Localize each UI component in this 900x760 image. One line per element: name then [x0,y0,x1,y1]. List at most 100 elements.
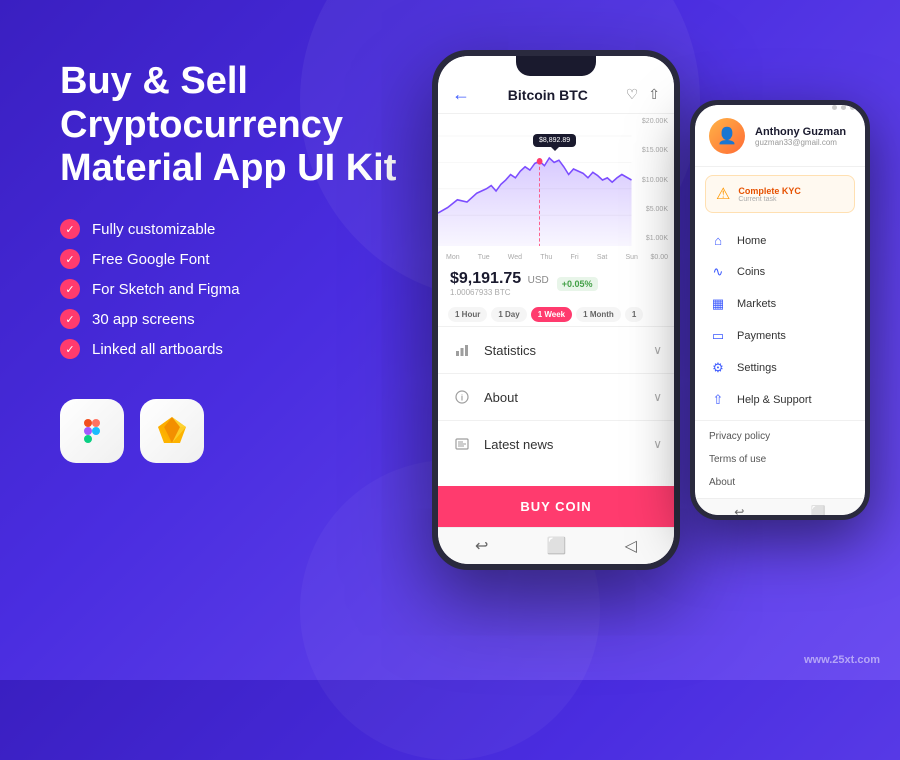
chevron-down-icon: ∨ [653,390,662,404]
header-actions: ♡ ⇧ [626,86,660,103]
menu-label-coins: Coins [737,266,765,278]
menu-about-link[interactable]: About [695,471,865,494]
phone-screen: ← Bitcoin BTC ♡ ⇧ $20.00K $15.00K $10.00… [438,56,674,564]
tool-icons [60,399,440,463]
y-label: $20.00K [642,118,668,125]
watermark: www.25xt.com [804,654,880,666]
share-icon[interactable]: ⇧ [648,86,660,103]
zero-label: $0.00 [650,254,668,261]
news-icon [450,432,474,456]
x-label: Sat [597,254,608,261]
price-tooltip: $8,892.89 [533,134,576,147]
menu-item-settings[interactable]: ⚙ Settings [695,352,865,384]
feature-list: ✓ Fully customizable ✓ Free Google Font … [60,219,440,359]
nav-back-icon[interactable]: ↩ [734,505,744,515]
check-icon: ✓ [60,339,80,359]
feature-item: ✓ For Sketch and Figma [60,279,440,299]
back-arrow-icon[interactable]: ← [452,84,470,105]
phone-second-screen: 👤 Anthony Guzman guzman33@gmail.com ⚠ Co… [695,105,865,515]
time-filter-1day[interactable]: 1 Day [491,307,526,322]
profile-email: guzman33@gmail.com [755,138,846,147]
check-icon: ✓ [60,279,80,299]
price-change-badge: +0.05% [557,277,598,291]
menu-item-payments[interactable]: ▭ Payments [695,320,865,352]
time-filter-1month[interactable]: 1 Month [576,307,621,322]
menu-item-markets[interactable]: ▦ Markets [695,288,865,320]
nav-home-icon[interactable]: ⬜ [811,505,826,515]
accordion-list: Statistics ∨ i About ∨ [438,326,674,486]
check-icon: ✓ [60,219,80,239]
main-title: Buy & SellCryptocurrencyMaterial App UI … [60,60,440,191]
x-label: Wed [508,254,522,261]
accordion-left: Latest news [450,432,553,456]
kyc-info: Complete KYC Current task [738,186,801,203]
feature-item: ✓ Linked all artboards [60,339,440,359]
phone-main: ← Bitcoin BTC ♡ ⇧ $20.00K $15.00K $10.00… [432,50,680,570]
chart-y-labels: $20.00K $15.00K $10.00K $5.00K $1.00K [642,118,668,242]
profile-section: 👤 Anthony Guzman guzman33@gmail.com [695,110,865,167]
kyc-banner[interactable]: ⚠ Complete KYC Current task [705,175,855,213]
price-btc: 1.00067933 BTC [450,288,549,297]
nav-home-icon[interactable]: ⬜ [547,536,567,556]
nav-back-icon[interactable]: ↩ [475,536,488,556]
menu-terms-link[interactable]: Terms of use [695,448,865,471]
feature-item: ✓ 30 app screens [60,309,440,329]
feature-item: ✓ Free Google Font [60,249,440,269]
menu-divider [695,420,865,421]
menu-item-coins[interactable]: ∿ Coins [695,256,865,288]
y-label: $15.00K [642,147,668,154]
x-label: Fri [570,254,578,261]
x-label: Mon [446,254,460,261]
accordion-left: Statistics [450,338,536,362]
menu-label-help: Help & Support [737,394,812,406]
help-icon: ⇧ [709,392,727,408]
header-title: Bitcoin BTC [508,87,588,103]
accordion-label-news: Latest news [484,437,553,452]
nav-recent-icon[interactable]: ◁ [625,536,637,556]
time-filter-extra[interactable]: 1 [625,307,643,322]
price-currency: USD [528,275,549,286]
coins-icon: ∿ [709,264,727,280]
menu-item-home[interactable]: ⌂ Home [695,225,865,256]
second-menu: ⌂ Home ∿ Coins ▦ Markets ▭ Payments ⚙ [695,221,865,498]
accordion-label-about: About [484,390,518,405]
price-info: $9,191.75 USD 1.00067933 BTC +0.05% [438,264,674,303]
chart-area: $20.00K $15.00K $10.00K $5.00K $1.00K [438,114,674,264]
check-icon: ✓ [60,249,80,269]
menu-label-markets: Markets [737,298,776,310]
phone-second: 👤 Anthony Guzman guzman33@gmail.com ⚠ Co… [690,100,870,520]
time-filter-1hour[interactable]: 1 Hour [448,307,487,322]
home-icon: ⌂ [709,233,727,248]
price-display: $9,191.75 USD 1.00067933 BTC [450,270,549,297]
bar-chart-icon [450,338,474,362]
chevron-down-icon: ∨ [653,437,662,451]
info-icon: i [450,385,474,409]
price-value: $9,191.75 [450,270,521,287]
markets-icon: ▦ [709,296,727,312]
x-label: Sun [626,254,638,261]
time-filters: 1 Hour 1 Day 1 Week 1 Month 1 [438,303,674,326]
menu-item-help[interactable]: ⇧ Help & Support [695,384,865,416]
profile-info: Anthony Guzman guzman33@gmail.com [755,126,846,147]
warning-icon: ⚠ [716,184,730,204]
accordion-item-statistics[interactable]: Statistics ∨ [438,326,674,373]
menu-label-payments: Payments [737,330,786,342]
settings-icon: ⚙ [709,360,727,376]
left-section: Buy & SellCryptocurrencyMaterial App UI … [60,60,440,463]
check-icon: ✓ [60,309,80,329]
menu-privacy-link[interactable]: Privacy policy [695,425,865,448]
chart-x-labels: Mon Tue Wed Thu Fri Sat Sun [446,254,638,261]
figma-icon [60,399,124,463]
accordion-item-about[interactable]: i About ∨ [438,373,674,420]
menu-label-settings: Settings [737,362,777,374]
time-filter-1week[interactable]: 1 Week [531,307,572,322]
accordion-item-news[interactable]: Latest news ∨ [438,420,674,467]
heart-icon[interactable]: ♡ [626,86,639,103]
kyc-subtitle: Current task [738,196,801,203]
avatar: 👤 [709,118,745,154]
phones-container: ← Bitcoin BTC ♡ ⇧ $20.00K $15.00K $10.00… [432,50,870,570]
accordion-left: i About [450,385,518,409]
menu-label-home: Home [737,235,766,247]
buy-coin-button[interactable]: BUY COIN [438,486,674,527]
x-label: Thu [540,254,552,261]
